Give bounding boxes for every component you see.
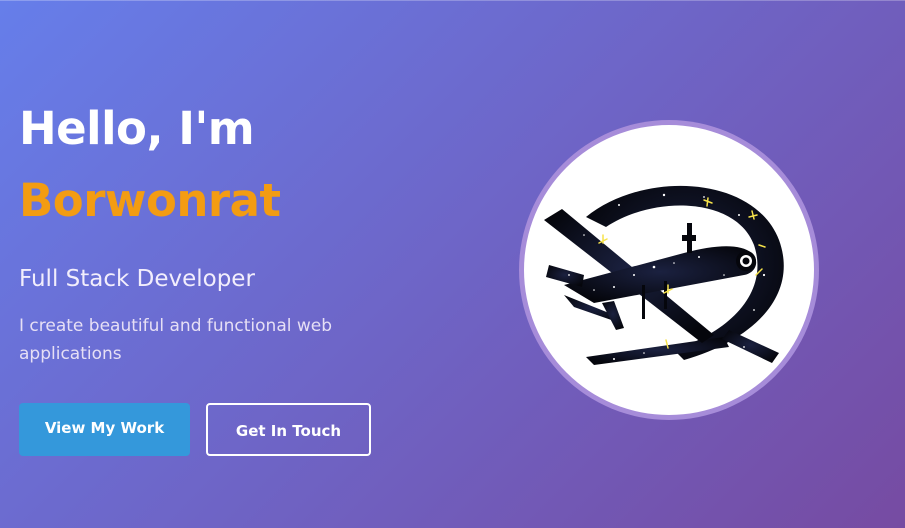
hero-section: Hello, I'm Borwonrat Full Stack Develope…	[0, 0, 905, 528]
hero-content: Hello, I'm Borwonrat Full Stack Develope…	[19, 98, 449, 368]
hero-name: Borwonrat	[19, 174, 281, 227]
hero-role: Full Stack Developer	[19, 266, 255, 292]
get-in-touch-button[interactable]: Get In Touch	[206, 403, 371, 456]
hero-buttons: View My Work Get In Touch	[19, 403, 371, 456]
drone-space-logo-icon	[544, 185, 784, 365]
hero-tagline: I create beautiful and functional web ap…	[19, 316, 333, 364]
top-divider	[0, 0, 905, 1]
view-my-work-button[interactable]: View My Work	[19, 403, 190, 456]
hero-greeting: Hello, I'm	[19, 102, 255, 155]
profile-avatar	[519, 120, 819, 420]
